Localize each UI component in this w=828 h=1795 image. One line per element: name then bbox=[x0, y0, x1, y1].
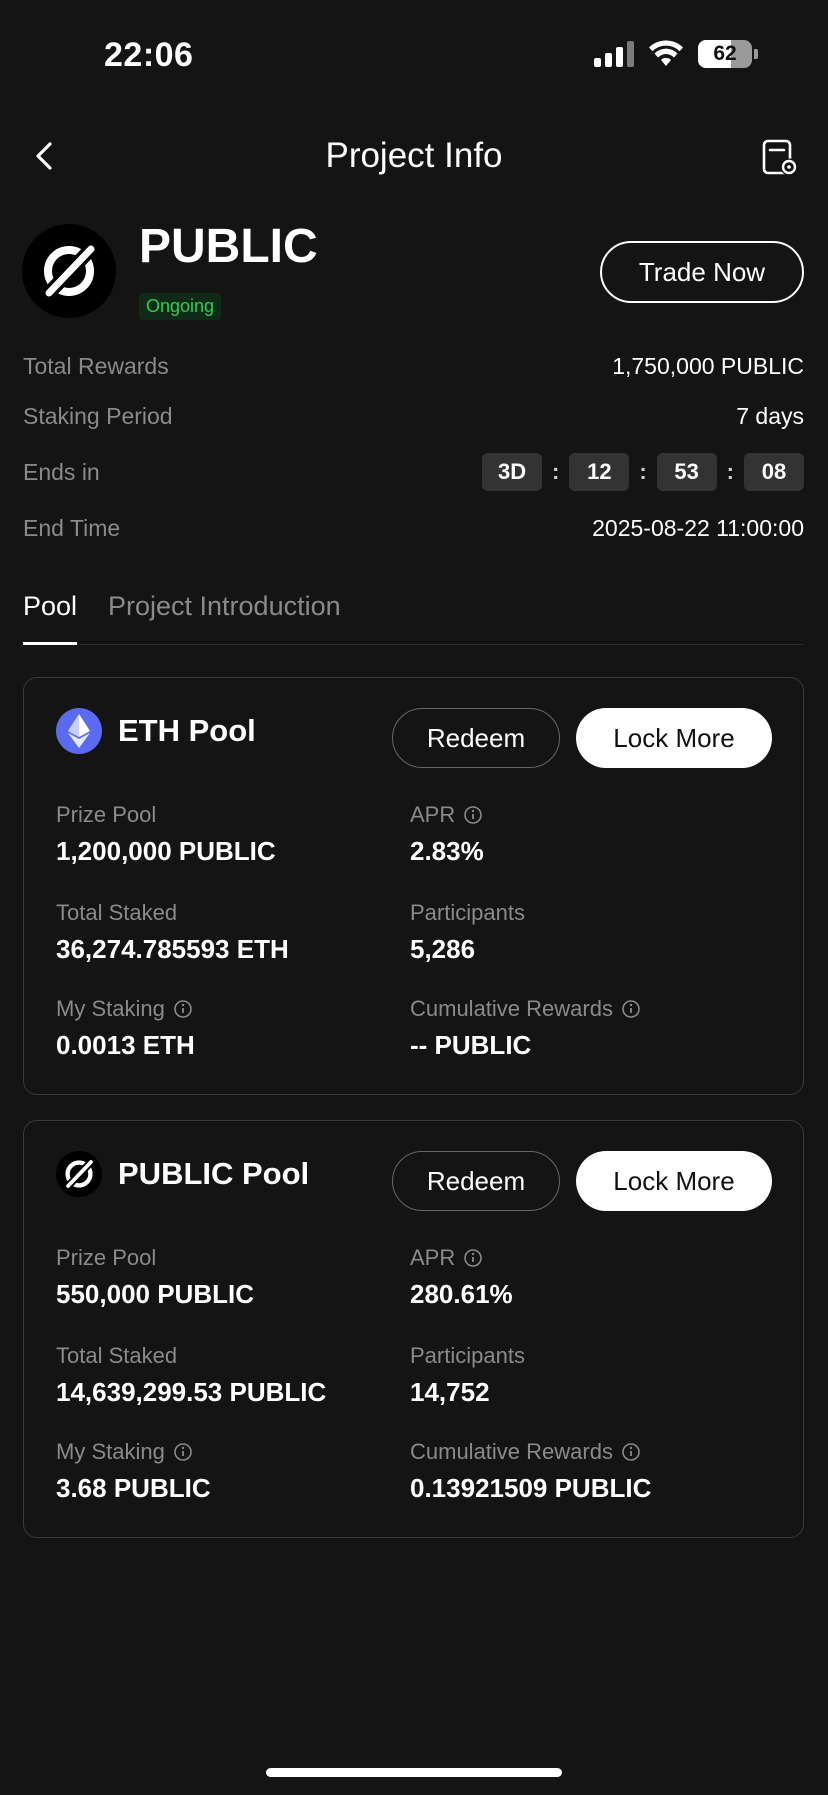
staking-period-label: Staking Period bbox=[23, 402, 173, 429]
my-staking-value: 0.0013 ETH bbox=[56, 1030, 195, 1060]
apr-stat: APR 280.61% bbox=[410, 1245, 513, 1310]
tab-pool[interactable]: Pool bbox=[23, 591, 77, 622]
info-icon[interactable] bbox=[173, 999, 193, 1019]
eth-icon bbox=[56, 708, 102, 754]
prize-pool-label: Prize Pool bbox=[56, 1245, 157, 1270]
info-icon[interactable] bbox=[463, 805, 483, 825]
pool-name: ETH Pool bbox=[118, 713, 256, 748]
my-staking-stat: My Staking 0.0013 ETH bbox=[56, 996, 195, 1061]
cellular-signal-icon bbox=[594, 41, 634, 67]
info-icon[interactable] bbox=[621, 999, 641, 1019]
page-title: Project Info bbox=[325, 136, 503, 175]
home-indicator[interactable] bbox=[266, 1768, 562, 1777]
countdown-days: 3D bbox=[482, 453, 543, 491]
record-settings-icon[interactable] bbox=[760, 138, 800, 178]
prize-pool-value: 1,200,000 PUBLIC bbox=[56, 836, 276, 866]
my-staking-label: My Staking bbox=[56, 1439, 165, 1464]
countdown-separator: : bbox=[639, 459, 647, 484]
total-staked-stat: Total Staked 14,639,299.53 PUBLIC bbox=[56, 1343, 326, 1408]
staking-period-row: Staking Period 7 days bbox=[23, 396, 804, 436]
apr-label: APR bbox=[410, 802, 456, 827]
total-staked-value: 14,639,299.53 PUBLIC bbox=[56, 1377, 327, 1407]
nav-bar: Project Info bbox=[0, 120, 828, 190]
redeem-button[interactable]: Redeem bbox=[392, 1151, 560, 1211]
participants-label: Participants bbox=[410, 900, 525, 925]
prize-pool-label: Prize Pool bbox=[56, 802, 157, 827]
staking-period-value: 7 days bbox=[736, 402, 804, 429]
total-staked-label: Total Staked bbox=[56, 1343, 178, 1368]
status-icons: 62 bbox=[594, 40, 758, 68]
trade-now-button[interactable]: Trade Now bbox=[600, 241, 804, 303]
status-badge: Ongoing bbox=[139, 293, 222, 320]
countdown-seconds: 08 bbox=[744, 453, 804, 491]
ends-in-label: Ends in bbox=[23, 458, 100, 485]
public-token-icon bbox=[56, 1151, 102, 1197]
prize-pool-stat: Prize Pool 550,000 PUBLIC bbox=[56, 1245, 254, 1310]
ends-in-row: Ends in 3D : 12 : 53 : 08 bbox=[23, 452, 804, 492]
apr-stat: APR 2.83% bbox=[410, 802, 484, 867]
total-staked-value: 36,274.785593 ETH bbox=[56, 934, 289, 964]
battery-tip bbox=[754, 49, 758, 59]
pool-header: PUBLIC Pool bbox=[56, 1151, 309, 1197]
lock-more-button[interactable]: Lock More bbox=[576, 1151, 772, 1211]
participants-value: 14,752 bbox=[410, 1377, 490, 1407]
countdown-timer: 3D : 12 : 53 : 08 bbox=[482, 453, 804, 491]
status-bar: 22:06 62 bbox=[0, 0, 828, 110]
cumulative-rewards-label: Cumulative Rewards bbox=[410, 996, 613, 1021]
eth-pool-card: ETH Pool Redeem Lock More Prize Pool 1,2… bbox=[23, 677, 804, 1095]
participants-stat: Participants 5,286 bbox=[410, 900, 525, 965]
public-pool-card: PUBLIC Pool Redeem Lock More Prize Pool … bbox=[23, 1120, 804, 1538]
project-name: PUBLIC bbox=[139, 220, 318, 273]
lock-more-button[interactable]: Lock More bbox=[576, 708, 772, 768]
my-staking-value: 3.68 PUBLIC bbox=[56, 1473, 211, 1503]
cumulative-rewards-stat: Cumulative Rewards -- PUBLIC bbox=[410, 996, 641, 1061]
cumulative-rewards-stat: Cumulative Rewards 0.13921509 PUBLIC bbox=[410, 1439, 651, 1504]
project-info-screen: 22:06 62 Project Info PUBLIC Ongoing Tra… bbox=[0, 0, 828, 1795]
redeem-button[interactable]: Redeem bbox=[392, 708, 560, 768]
info-icon[interactable] bbox=[173, 1442, 193, 1462]
countdown-separator: : bbox=[552, 459, 560, 484]
countdown-separator: : bbox=[726, 459, 734, 484]
countdown-minutes: 53 bbox=[656, 453, 717, 491]
apr-value: 280.61% bbox=[410, 1279, 513, 1309]
pool-name: PUBLIC Pool bbox=[118, 1156, 310, 1191]
total-staked-label: Total Staked bbox=[56, 900, 178, 925]
tab-active-indicator bbox=[23, 642, 77, 645]
info-icon[interactable] bbox=[463, 1248, 483, 1268]
cumulative-rewards-value: 0.13921509 PUBLIC bbox=[410, 1473, 652, 1503]
pool-header: ETH Pool bbox=[56, 708, 256, 754]
countdown-hours: 12 bbox=[569, 453, 630, 491]
battery-icon: 62 bbox=[698, 40, 752, 68]
total-rewards-value: 1,750,000 PUBLIC bbox=[612, 352, 804, 379]
end-time-value: 2025-08-22 11:00:00 bbox=[592, 514, 804, 541]
public-logo-icon bbox=[22, 224, 116, 318]
total-staked-stat: Total Staked 36,274.785593 ETH bbox=[56, 900, 289, 965]
wifi-icon bbox=[649, 40, 683, 66]
apr-label: APR bbox=[410, 1245, 456, 1270]
cumulative-rewards-label: Cumulative Rewards bbox=[410, 1439, 613, 1464]
total-rewards-row: Total Rewards 1,750,000 PUBLIC bbox=[23, 346, 804, 386]
prize-pool-value: 550,000 PUBLIC bbox=[56, 1279, 254, 1309]
apr-value: 2.83% bbox=[410, 836, 484, 866]
cumulative-rewards-value: -- PUBLIC bbox=[410, 1030, 532, 1060]
end-time-label: End Time bbox=[23, 514, 121, 541]
tab-bar: Pool Project Introduction bbox=[23, 585, 804, 645]
participants-stat: Participants 14,752 bbox=[410, 1343, 525, 1408]
my-staking-stat: My Staking 3.68 PUBLIC bbox=[56, 1439, 211, 1504]
total-rewards-label: Total Rewards bbox=[23, 352, 169, 379]
my-staking-label: My Staking bbox=[56, 996, 165, 1021]
participants-value: 5,286 bbox=[410, 934, 476, 964]
info-icon[interactable] bbox=[621, 1442, 641, 1462]
participants-label: Participants bbox=[410, 1343, 525, 1368]
battery-level: 62 bbox=[713, 42, 737, 65]
prize-pool-stat: Prize Pool 1,200,000 PUBLIC bbox=[56, 802, 276, 867]
end-time-row: End Time 2025-08-22 11:00:00 bbox=[23, 508, 804, 548]
tab-project-introduction[interactable]: Project Introduction bbox=[108, 591, 341, 622]
status-time: 22:06 bbox=[104, 36, 194, 74]
